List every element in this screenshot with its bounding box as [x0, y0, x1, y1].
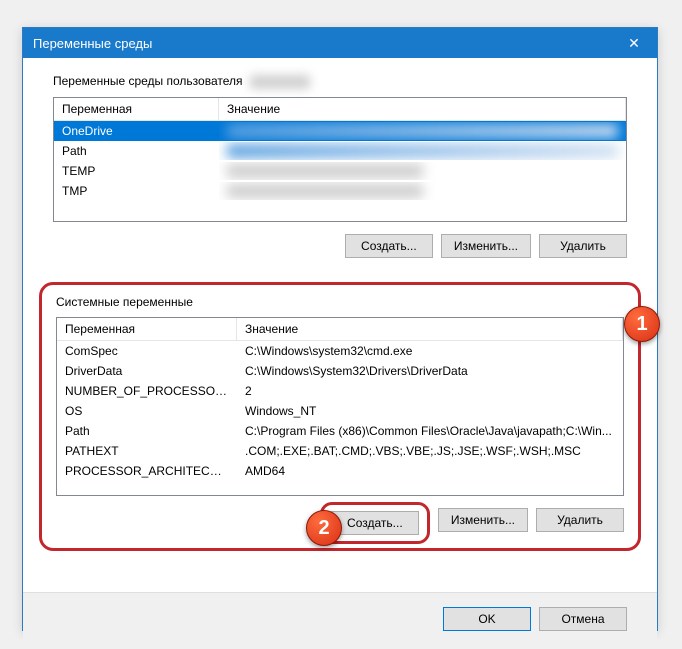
annotation-marker-2: 2 [306, 510, 342, 546]
env-variables-window: Переменные среды ✕ Переменные среды поль… [22, 27, 658, 631]
table-row[interactable]: PATHEXT .COM;.EXE;.BAT;.CMD;.VBS;.VBE;.J… [57, 441, 623, 461]
ok-button[interactable]: OK [443, 607, 531, 631]
dialog-buttons: OK Отмена [23, 592, 657, 645]
user-edit-button[interactable]: Изменить... [441, 234, 531, 258]
user-create-button[interactable]: Создать... [345, 234, 433, 258]
user-vars-body[interactable]: OneDrive Path TEMP TMP [54, 121, 626, 221]
titlebar[interactable]: Переменные среды ✕ [23, 28, 657, 58]
system-vars-label: Системные переменные [56, 295, 628, 309]
table-row[interactable]: TEMP [54, 161, 626, 181]
system-vars-header[interactable]: Переменная Значение [57, 318, 623, 341]
table-row[interactable]: OneDrive [54, 121, 626, 141]
table-row[interactable]: TMP [54, 181, 626, 201]
annotation-marker-1: 1 [624, 306, 660, 342]
user-vars-listview[interactable]: Переменная Значение OneDrive Path TEMP T… [53, 97, 627, 222]
window-title: Переменные среды [33, 36, 152, 51]
system-delete-button[interactable]: Удалить [536, 508, 624, 532]
user-vars-label: Переменные среды пользователя [53, 74, 627, 89]
table-row[interactable]: PROCESSOR_ARCHITECTURE AMD64 [57, 461, 623, 481]
header-variable[interactable]: Переменная [57, 318, 237, 340]
table-row[interactable]: OS Windows_NT [57, 401, 623, 421]
table-row[interactable]: ComSpec C:\Windows\system32\cmd.exe [57, 341, 623, 361]
system-vars-body[interactable]: ComSpec C:\Windows\system32\cmd.exe Driv… [57, 341, 623, 495]
content-area: Переменные среды пользователя Переменная… [23, 58, 657, 592]
divider [53, 555, 627, 556]
table-row[interactable]: Path [54, 141, 626, 161]
table-row[interactable]: DriverData C:\Windows\System32\Drivers\D… [57, 361, 623, 381]
table-row[interactable]: Path C:\Program Files (x86)\Common Files… [57, 421, 623, 441]
header-variable[interactable]: Переменная [54, 98, 219, 120]
table-row[interactable]: NUMBER_OF_PROCESSORS 2 [57, 381, 623, 401]
system-vars-listview[interactable]: Переменная Значение ComSpec C:\Windows\s… [56, 317, 624, 496]
system-vars-highlight: Системные переменные Переменная Значение… [39, 282, 641, 551]
cancel-button[interactable]: Отмена [539, 607, 627, 631]
user-delete-button[interactable]: Удалить [539, 234, 627, 258]
system-create-button[interactable]: Создать... [331, 511, 419, 535]
header-value[interactable]: Значение [237, 318, 623, 340]
header-value[interactable]: Значение [219, 98, 626, 120]
user-vars-buttons: Создать... Изменить... Удалить [53, 234, 627, 258]
username-redacted [250, 75, 310, 89]
system-edit-button[interactable]: Изменить... [438, 508, 528, 532]
user-vars-header[interactable]: Переменная Значение [54, 98, 626, 121]
close-icon[interactable]: ✕ [611, 28, 657, 58]
